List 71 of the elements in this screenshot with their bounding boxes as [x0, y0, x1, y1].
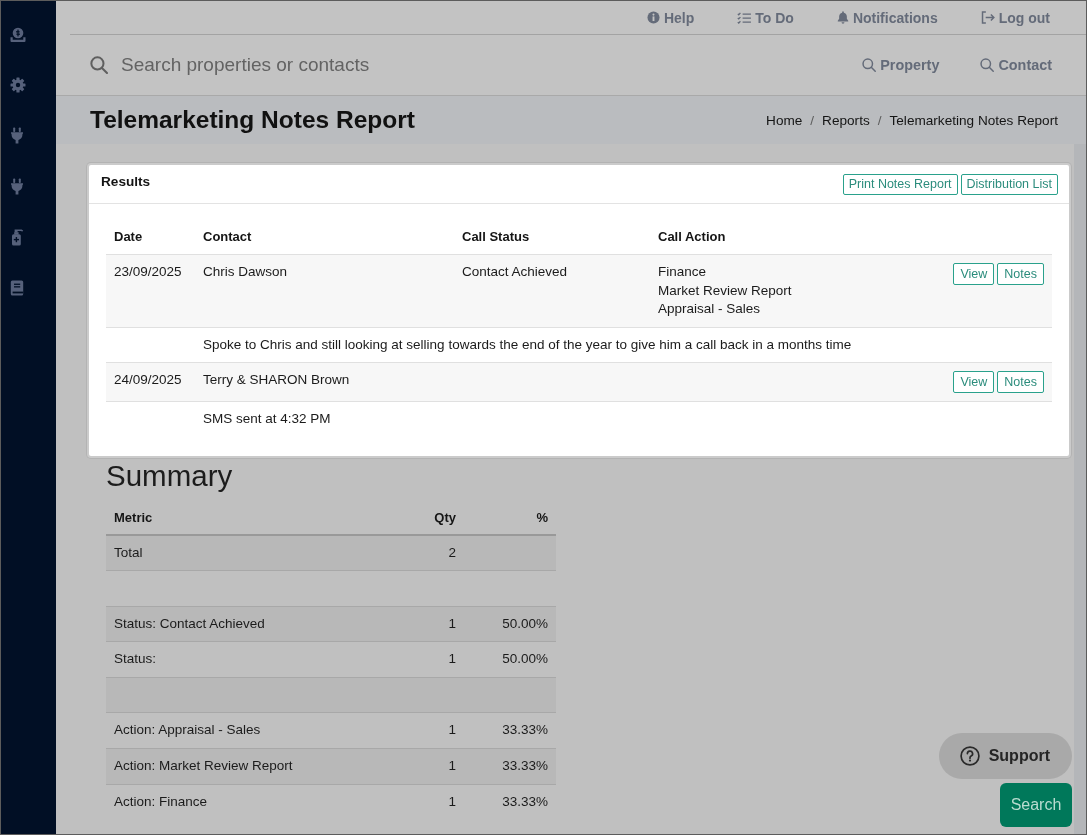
search-icon [90, 56, 108, 74]
breadcrumb-link[interactable]: Home [766, 112, 803, 128]
section-heading: Summary [106, 458, 233, 493]
nav-link[interactable]: To Do [737, 9, 794, 26]
bracket-arrow-icon [980, 11, 995, 24]
search-icon [980, 58, 995, 72]
breadcrumb-separator: / [810, 112, 815, 128]
search-button[interactable]: Search [1000, 783, 1072, 827]
breadcrumb-link[interactable]: Reports [822, 112, 870, 128]
table-cell: 24/09/2025 [106, 362, 195, 402]
search-link[interactable]: Contact [980, 57, 1052, 73]
table-cell: 1 [356, 606, 464, 642]
nav-link[interactable]: Help [646, 9, 695, 26]
row-button[interactable]: Notes [997, 263, 1044, 285]
search-field[interactable]: Search properties or contacts [121, 52, 521, 78]
report-button[interactable]: Distribution List [960, 174, 1058, 195]
note-text: Spoke to Chris and still looking at selling towards the end of the year to give him a call back in a months time [203, 336, 852, 352]
plug-icon[interactable] [10, 127, 24, 144]
info-icon [646, 11, 660, 24]
table-cell: 23/09/2025 [106, 254, 195, 327]
book-icon[interactable] [10, 280, 24, 296]
call-action-text: Appraisal - Sales [658, 300, 762, 318]
column-header: Contact [195, 220, 454, 255]
page-title: Telemarketing Notes Report [90, 106, 415, 134]
table-cell: Status: Contact Achieved [106, 606, 356, 642]
nav-link[interactable]: Log out [980, 9, 1050, 26]
table-cell: 1 [356, 712, 464, 749]
checklist-icon [737, 11, 752, 24]
row-button[interactable]: View [953, 263, 995, 285]
table-cell: Terry & SHARON Brown [195, 362, 454, 402]
table-cell: 1 [356, 641, 464, 678]
column-header: Metric [106, 500, 356, 535]
breadcrumb-separator: / [877, 112, 882, 128]
table-cell: 2 [356, 534, 464, 571]
table-cell: Chris Dawson [195, 254, 454, 327]
call-action-text: Finance [658, 263, 708, 281]
note-text: SMS sent at 4:32 PM [203, 411, 331, 426]
table-cell: 1 [356, 748, 464, 785]
bell-icon [836, 11, 849, 24]
table-cell: 50.00% [464, 641, 556, 678]
support-button[interactable]: Support [938, 733, 1072, 779]
row-button[interactable]: Notes [997, 371, 1044, 393]
table-cell: Status: [106, 641, 356, 678]
column-header: Call Action [650, 220, 900, 255]
call-action-text: Market Review Report [658, 281, 793, 300]
column-header: Date [106, 220, 195, 255]
search-icon [862, 58, 877, 72]
report-button[interactable]: Print Notes Report [842, 174, 958, 195]
table-cell: 33.33% [464, 712, 556, 749]
plug-icon[interactable] [10, 178, 24, 195]
breadcrumb-link[interactable]: Telemarketing Notes Report [889, 112, 1058, 128]
row-button[interactable]: View [953, 371, 995, 393]
table-cell: Action: Market Review Report [106, 748, 356, 785]
table-cell: 1 [356, 784, 464, 820]
search-link[interactable]: Property [862, 57, 940, 73]
column-header: % [464, 500, 556, 535]
gear-icon[interactable] [10, 77, 26, 93]
column-header: Qty [356, 500, 464, 535]
coin-tray-icon[interactable] [10, 27, 26, 43]
table-cell: Action: Appraisal - Sales [106, 712, 356, 749]
nav-link[interactable]: Notifications [836, 9, 938, 26]
table-cell: Contact Achieved [454, 254, 650, 327]
table-cell: 33.33% [464, 784, 556, 820]
table-cell: 50.00% [464, 606, 556, 642]
card-title: Results [101, 174, 151, 190]
table-cell: 33.33% [464, 748, 556, 785]
column-header: Call Status [454, 220, 650, 255]
table-cell: Total [106, 534, 356, 571]
question-circle-icon [959, 746, 980, 766]
pump-bottle-icon[interactable] [10, 229, 24, 246]
table-cell: Action: Finance [106, 784, 356, 820]
